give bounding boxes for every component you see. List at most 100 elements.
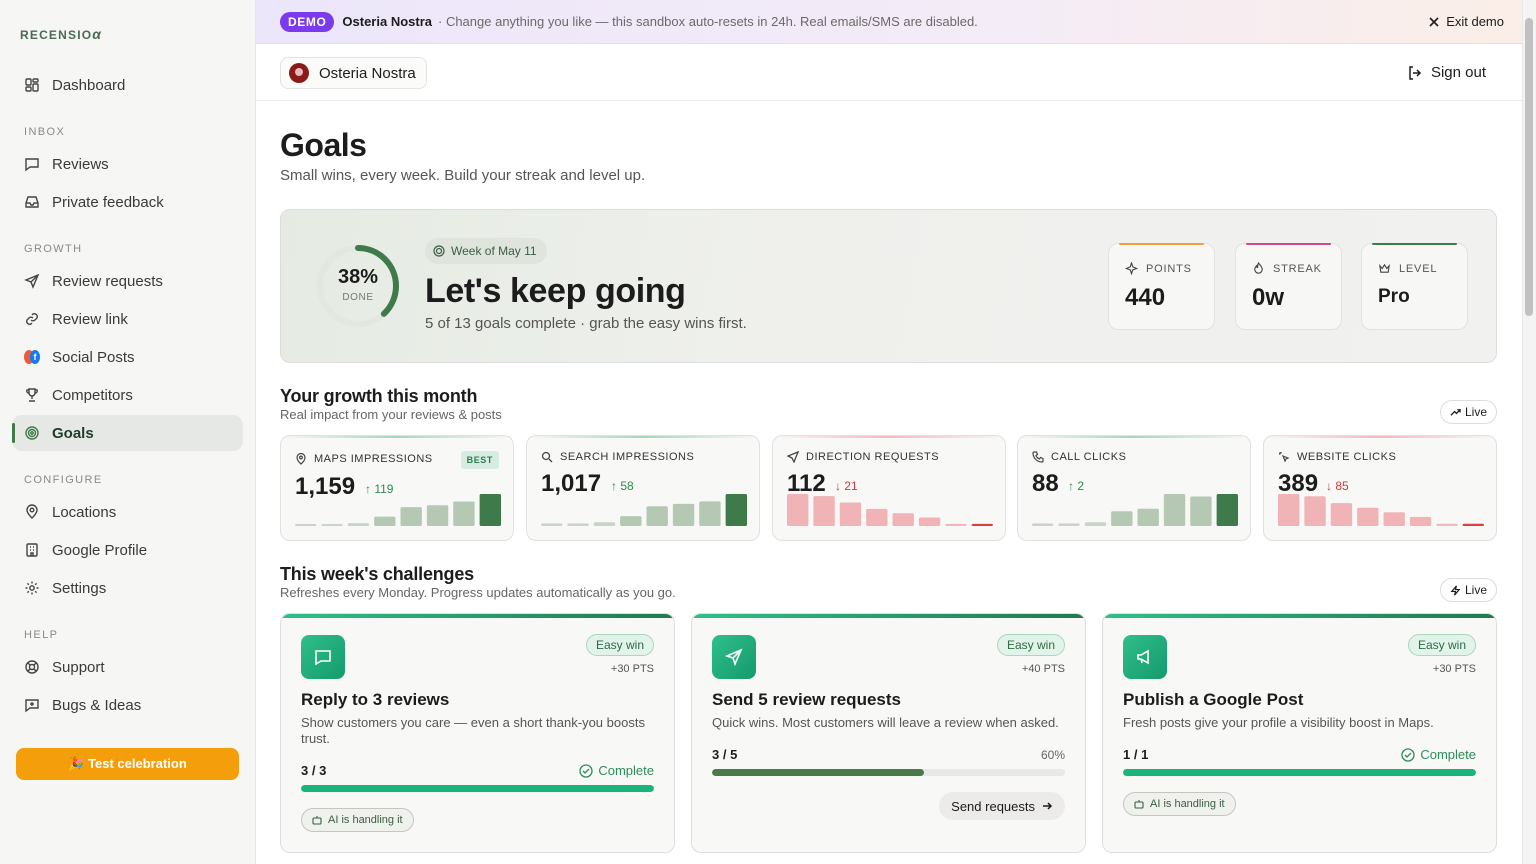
challenge-title: Publish a Google Post [1123,690,1304,709]
challenge-icon [301,635,345,679]
inbox-icon [25,196,39,208]
arrow-right-icon [1043,802,1053,810]
metric-delta: ↓ 85 [1326,479,1349,493]
nav-section-configure: CONFIGURE [24,474,103,486]
challenge-card-reply-reviews[interactable]: Easy win +30 PTS Reply to 3 reviews Show… [280,613,675,853]
sparkline-bar [400,507,422,526]
challenge-progress: 3 / 3 [301,763,327,778]
facebook-icon: f [30,350,40,364]
sign-out-button[interactable]: Sign out [1407,64,1486,81]
challenge-progress: 3 / 5 [712,747,738,762]
sparkline-bar [593,522,616,526]
sidebar-item-label: Settings [52,579,107,597]
sparkline-bar [1357,507,1379,526]
check-circle-icon [579,763,594,778]
ai-handling-badge: AI is handling it [1123,792,1236,816]
sidebar-item-review-link[interactable]: Review link [12,301,243,337]
arrow-down-icon: ↓ [835,479,845,493]
sparkline-bar [1436,523,1458,526]
challenges-live-badge[interactable]: Live [1439,578,1497,602]
message-icon [315,650,331,666]
sparkline-bar [295,524,317,526]
brand-mark: α [92,26,103,42]
target-icon [25,426,39,440]
sparkline-bar [1032,523,1054,526]
live-label: Live [1464,583,1487,597]
points-reward: +40 PTS [1021,663,1065,675]
progress-fill [301,785,654,792]
metric-highlight [1018,436,1250,438]
sidebar-item-private-feedback[interactable]: Private feedback [12,184,243,220]
robot-icon [1134,800,1144,809]
sidebar-item-google-profile[interactable]: Google Profile [12,532,243,568]
sidebar-item-goals[interactable]: Goals [12,415,243,451]
trending-up-icon [1450,408,1461,416]
sparkline-bar [725,494,747,526]
sparkline-bar [1163,494,1186,526]
test-celebration-button[interactable]: 🎉 Test celebration [16,748,239,780]
sparkline-bar [646,506,668,526]
send-requests-button[interactable]: Send requests [939,792,1065,820]
sparkline-bar [1190,496,1212,526]
level-label-text: LEVEL [1399,262,1438,275]
sparkline-bar [1137,508,1159,526]
sidebar-item-locations[interactable]: Locations [12,494,243,530]
sparkline-bar [541,523,563,526]
sidebar-item-label: Competitors [52,386,133,404]
growth-live-badge[interactable]: Live [1439,400,1497,424]
sparkline-bar [321,524,343,526]
sparkline-bar [1462,523,1484,526]
challenge-title: Reply to 3 reviews [301,690,450,709]
progress-percent: 38% [337,266,379,288]
exit-demo-label: Exit demo [1446,14,1504,29]
sparkline-bar [918,517,941,526]
challenge-card-send-requests[interactable]: Easy win +40 PTS Send 5 review requests … [691,613,1086,853]
target-icon [433,245,445,257]
challenge-card-google-post[interactable]: Easy win +30 PTS Publish a Google Post F… [1102,613,1497,853]
location-switcher[interactable]: Osteria Nostra [280,57,427,89]
level-value: Pro [1378,286,1410,307]
sparkline-bar [1084,522,1107,526]
sidebar-item-support[interactable]: Support [12,649,243,685]
demo-banner: DEMO Osteria Nostra · Change anything yo… [256,0,1522,44]
card-accent [281,614,674,618]
easy-win-badge: Easy win [1407,634,1476,656]
challenge-icon [712,635,756,679]
sidebar-item-dashboard[interactable]: Dashboard [12,67,243,103]
status-label: Complete [1420,747,1476,762]
sidebar-item-competitors[interactable]: Competitors [12,377,243,413]
sidebar-item-reviews[interactable]: Reviews [12,146,243,182]
sparkline-bar [347,523,370,526]
sidebar-item-social-posts[interactable]: f Social Posts [12,339,243,375]
gear-icon [25,581,39,595]
points-label-text: POINTS [1146,262,1192,275]
hero-summary: 5 of 13 goals complete · grab the easy w… [425,315,747,332]
status-label: Complete [598,763,654,778]
best-badge: BEST [460,451,499,469]
challenge-title: Send 5 review requests [712,690,901,709]
sparkline-bar [672,503,695,526]
message-icon [25,158,39,172]
scrollbar-thumb[interactable] [1525,18,1533,316]
metric-label: WEBSITE CLICKS [1278,451,1396,463]
progress-done-label: DONE [342,292,374,303]
metric-delta: ↑ 58 [611,479,634,493]
metric-delta: ↓ 21 [835,479,858,493]
robot-icon [312,816,322,825]
send-icon [725,648,743,666]
brand-logo[interactable]: RECENSIOα [20,26,102,42]
challenges-title: This week's challenges [280,564,474,584]
sidebar-item-settings[interactable]: Settings [12,570,243,606]
sparkline-bar [813,496,835,526]
progress-track [712,769,1065,776]
sidebar-item-bugs-ideas[interactable]: Bugs & Ideas [12,687,243,723]
exit-demo-button[interactable]: Exit demo [1428,14,1504,29]
progress-track [301,785,654,792]
level-stat: LEVEL Pro [1361,243,1468,330]
metric-card-website-clicks: WEBSITE CLICKS 389 ↓ 85 [1263,435,1497,541]
sidebar-item-review-requests[interactable]: Review requests [12,263,243,299]
cursor-click-icon [1279,452,1290,463]
sparkline-bar [1330,503,1353,526]
scrollbar[interactable] [1522,0,1536,864]
sparkline-bar [839,502,862,526]
